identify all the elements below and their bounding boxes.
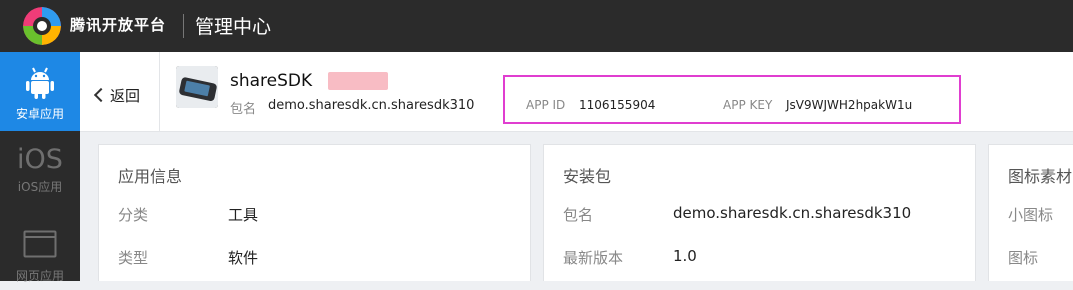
category-label: 分类 [118, 206, 149, 224]
latest-version-label: 最新版本 [563, 249, 624, 267]
type-value: 软件 [228, 249, 259, 267]
back-label: 返回 [110, 87, 141, 105]
icon-assets-card: 图标素材 小图标 图标 [988, 144, 1073, 281]
app-info-card: 应用信息 分类 工具 类型 软件 [98, 144, 531, 281]
sidebar-item-label: iOS应用 [17, 180, 63, 194]
package-card: 安装包 包名 demo.sharesdk.cn.sharesdk310 最新版本… [543, 144, 976, 281]
app-id-label: APP ID [526, 98, 566, 112]
package-name-label: 包名 [563, 206, 594, 224]
app-name: shareSDK [230, 71, 313, 91]
icon-label: 图标 [1008, 249, 1039, 267]
card-title: 安装包 [563, 167, 612, 186]
android-icon [26, 67, 54, 99]
top-bar: 腾讯开放平台 管理中心 [0, 0, 1073, 52]
package-name-value: demo.sharesdk.cn.sharesdk310 [673, 204, 912, 222]
app-key-label: APP KEY [723, 98, 773, 112]
app-key-value: JsV9WJWH2hpakW1u [786, 98, 913, 112]
sidebar-item-label: 网页应用 [15, 269, 64, 283]
app-thumbnail [176, 66, 218, 108]
header-divider [159, 52, 160, 131]
category-value: 工具 [228, 206, 259, 224]
tencent-open-platform-logo[interactable] [23, 7, 61, 45]
app-id-value: 1106155904 [579, 98, 656, 112]
redacted-text [328, 72, 388, 90]
sidebar-item-android-apps[interactable]: 安卓应用 [0, 52, 80, 131]
sidebar-item-ios-apps[interactable]: iOS iOS应用 [0, 146, 80, 208]
back-button[interactable]: 返回 [93, 85, 141, 106]
brand-name[interactable]: 腾讯开放平台 [70, 14, 166, 35]
small-icon-label: 小图标 [1008, 206, 1054, 224]
management-center-title[interactable]: 管理中心 [195, 12, 271, 39]
ios-icon: iOS [17, 144, 63, 175]
package-name-label: 包名 [230, 102, 257, 117]
card-title: 应用信息 [118, 167, 183, 186]
browser-window-icon [23, 230, 57, 258]
latest-version-value: 1.0 [673, 247, 697, 265]
card-title: 图标素材 [1008, 167, 1073, 186]
chevron-left-icon [93, 87, 109, 103]
type-label: 类型 [118, 249, 149, 267]
topbar-divider [183, 14, 184, 38]
sidebar-item-web-apps[interactable]: 网页应用 [0, 230, 80, 290]
sidebar-item-label: 安卓应用 [15, 107, 64, 121]
package-name-value: demo.sharesdk.cn.sharesdk310 [268, 98, 475, 113]
app-header: 返回 shareSDK 包名 demo.sharesdk.cn.sharesdk… [80, 52, 1073, 132]
sidebar: 安卓应用 iOS iOS应用 网页应用 [0, 52, 80, 283]
